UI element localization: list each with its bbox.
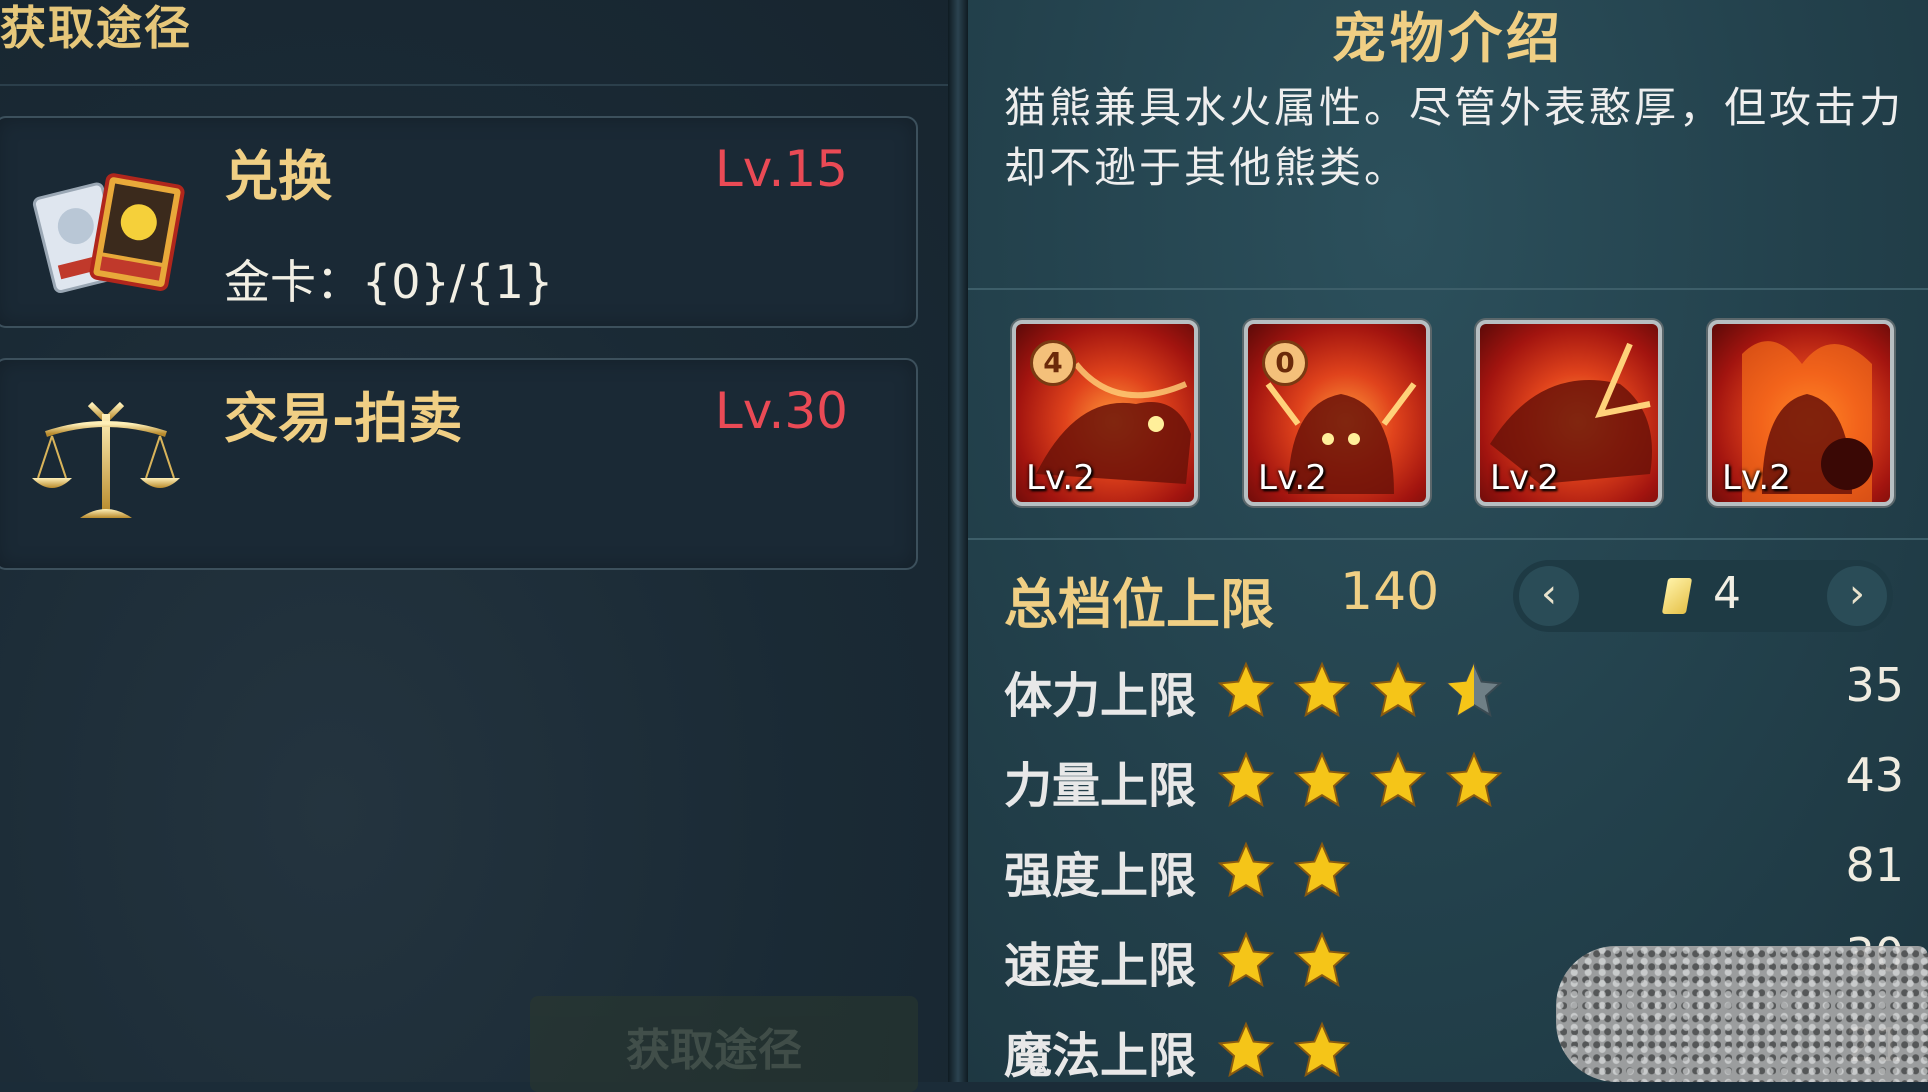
pet-description: 猫熊兼具水火属性。尽管外表憨厚，但攻击力却不逊于其他熊类。 (1004, 83, 1905, 192)
source-detail: 金卡：{0}/{1} (224, 255, 554, 309)
stat-value: 43 (1845, 748, 1904, 802)
source-level: Lv.30 (714, 382, 848, 440)
star-full-icon (1217, 1021, 1275, 1078)
stat-label: 速度上限 (1004, 938, 1197, 994)
star-full-icon (1217, 751, 1275, 808)
skill-badge: 4 (1030, 340, 1076, 386)
skill-slot-4[interactable]: Lv.2 (1708, 320, 1894, 506)
source-level: Lv.15 (714, 140, 848, 198)
star-full-icon (1293, 661, 1351, 718)
skill-slot-1[interactable]: 4 Lv.2 (1012, 320, 1198, 506)
chevron-right-icon[interactable]: › (1827, 566, 1887, 626)
skill-slot-3[interactable]: Lv.2 (1476, 320, 1662, 506)
star-full-icon (1293, 841, 1351, 898)
stat-value: 35 (1845, 658, 1904, 712)
cards-icon (26, 158, 186, 298)
section-divider (968, 288, 1928, 290)
source-name: 兑换 (224, 145, 332, 208)
stat-row-stamina: 体力上限 35 (1004, 652, 1904, 732)
source-card-exchange[interactable]: 兑换 Lv.15 金卡：{0}/{1} (0, 116, 918, 328)
gem-icon (1661, 578, 1693, 614)
total-limit-label: 总档位上限 (1004, 573, 1274, 636)
skill-level: Lv.2 (1490, 458, 1559, 498)
pet-intro-panel: 宠物介绍 猫熊兼具水火属性。尽管外表憨厚，但攻击力却不逊于其他熊类。 4 Lv.… (968, 0, 1928, 1084)
stat-label: 魔法上限 (1004, 1028, 1197, 1084)
source-card-auction[interactable]: 交易-拍卖 Lv.30 (0, 358, 918, 570)
star-rating (1216, 750, 1520, 810)
faded-button-label: 获取途径 (626, 1025, 802, 1076)
source-name: 交易-拍卖 (224, 387, 463, 450)
panel-divider (948, 0, 968, 1082)
star-full-icon (1293, 1021, 1351, 1078)
star-full-icon (1217, 841, 1275, 898)
stat-row-toughness: 强度上限 81 (1004, 832, 1904, 912)
scales-icon (26, 394, 186, 534)
stat-label: 体力上限 (1004, 668, 1197, 724)
skill-slot-2[interactable]: 0 Lv.2 (1244, 320, 1430, 506)
stat-row-strength: 力量上限 43 (1004, 742, 1904, 822)
star-rating (1216, 1020, 1368, 1080)
tier-pager: ‹ 4 › (1513, 560, 1893, 632)
star-half-icon (1445, 661, 1503, 718)
title-divider (0, 84, 948, 86)
star-full-icon (1369, 661, 1427, 718)
total-limit-value: 140 (1340, 562, 1440, 622)
star-full-icon (1293, 751, 1351, 808)
pet-intro-title: 宠物介绍 (1332, 7, 1564, 70)
stat-label: 强度上限 (1004, 848, 1197, 904)
skill-badge: 0 (1262, 340, 1308, 386)
skill-level: Lv.2 (1722, 458, 1791, 498)
faded-acquire-button[interactable]: 获取途径 (530, 996, 918, 1092)
stat-value: 81 (1845, 838, 1904, 892)
skill-level: Lv.2 (1026, 458, 1095, 498)
skill-level: Lv.2 (1258, 458, 1327, 498)
star-full-icon (1217, 931, 1275, 988)
chevron-left-icon[interactable]: ‹ (1519, 566, 1579, 626)
star-full-icon (1217, 661, 1275, 718)
obscured-watermark (1556, 946, 1928, 1082)
stat-label: 力量上限 (1004, 758, 1197, 814)
star-full-icon (1369, 751, 1427, 808)
section-divider (968, 538, 1928, 540)
acquisition-title: 获取途径 (0, 1, 192, 55)
star-full-icon (1445, 751, 1503, 808)
acquisition-panel: 获取途径 兑换 Lv.15 金卡：{0}/{1} 交易-拍卖 Lv.30 获取途… (0, 0, 948, 1092)
star-rating (1216, 660, 1520, 720)
star-full-icon (1293, 931, 1351, 988)
tier-count: 4 (1713, 568, 1741, 619)
star-rating (1216, 930, 1368, 990)
star-rating (1216, 840, 1368, 900)
